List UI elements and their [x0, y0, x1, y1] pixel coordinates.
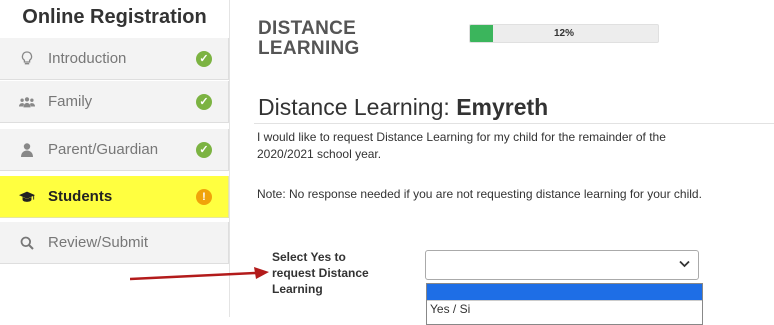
sidebar-item-label: Parent/Guardian [48, 141, 159, 158]
distance-learning-label: Select Yes to request Distance Learning [272, 250, 369, 296]
progress-bar: 12% [469, 24, 659, 43]
option-yes[interactable]: Yes / Si [427, 300, 702, 318]
lightbulb-icon [19, 51, 35, 66]
select-dropdown: Yes / Si [426, 283, 703, 325]
progress-text: 12% [553, 28, 574, 39]
sidebar-item-family[interactable]: Family ✓ [0, 81, 229, 123]
sidebar-item-review-submit[interactable]: Review/Submit [0, 222, 229, 264]
sidebar-title: Online Registration [22, 6, 207, 28]
chevron-down-icon [679, 260, 690, 268]
check-icon: ✓ [196, 50, 212, 67]
section-title: DISTANCE LEARNING [258, 18, 360, 59]
note-text: Note: No response needed if you are not … [257, 187, 702, 201]
sidebar-item-label: Students [48, 188, 113, 205]
check-icon: ✓ [196, 93, 212, 110]
request-description: I would like to request Distance Learnin… [257, 130, 666, 161]
heading-divider [254, 123, 774, 124]
check-icon: ✓ [196, 141, 212, 158]
sidebar-item-parent-guardian[interactable]: Parent/Guardian ✓ [0, 129, 229, 171]
sidebar-item-label: Review/Submit [48, 234, 149, 251]
option-empty[interactable] [427, 284, 702, 300]
sidebar-item-students[interactable]: Students ! [0, 176, 229, 218]
student-name: Emyreth [456, 94, 549, 120]
person-icon [19, 142, 35, 157]
sidebar-item-label: Family [48, 93, 93, 110]
warning-icon: ! [196, 188, 212, 205]
family-icon [19, 96, 35, 108]
sidebar-item-label: Introduction [48, 50, 127, 67]
graduation-cap-icon [19, 190, 35, 203]
sidebar-item-introduction[interactable]: Introduction ✓ [0, 38, 229, 80]
page-title: Distance Learning: Emyreth [258, 94, 549, 120]
distance-learning-select[interactable] [425, 250, 699, 280]
red-arrow-icon [130, 267, 269, 281]
search-icon [19, 236, 35, 250]
